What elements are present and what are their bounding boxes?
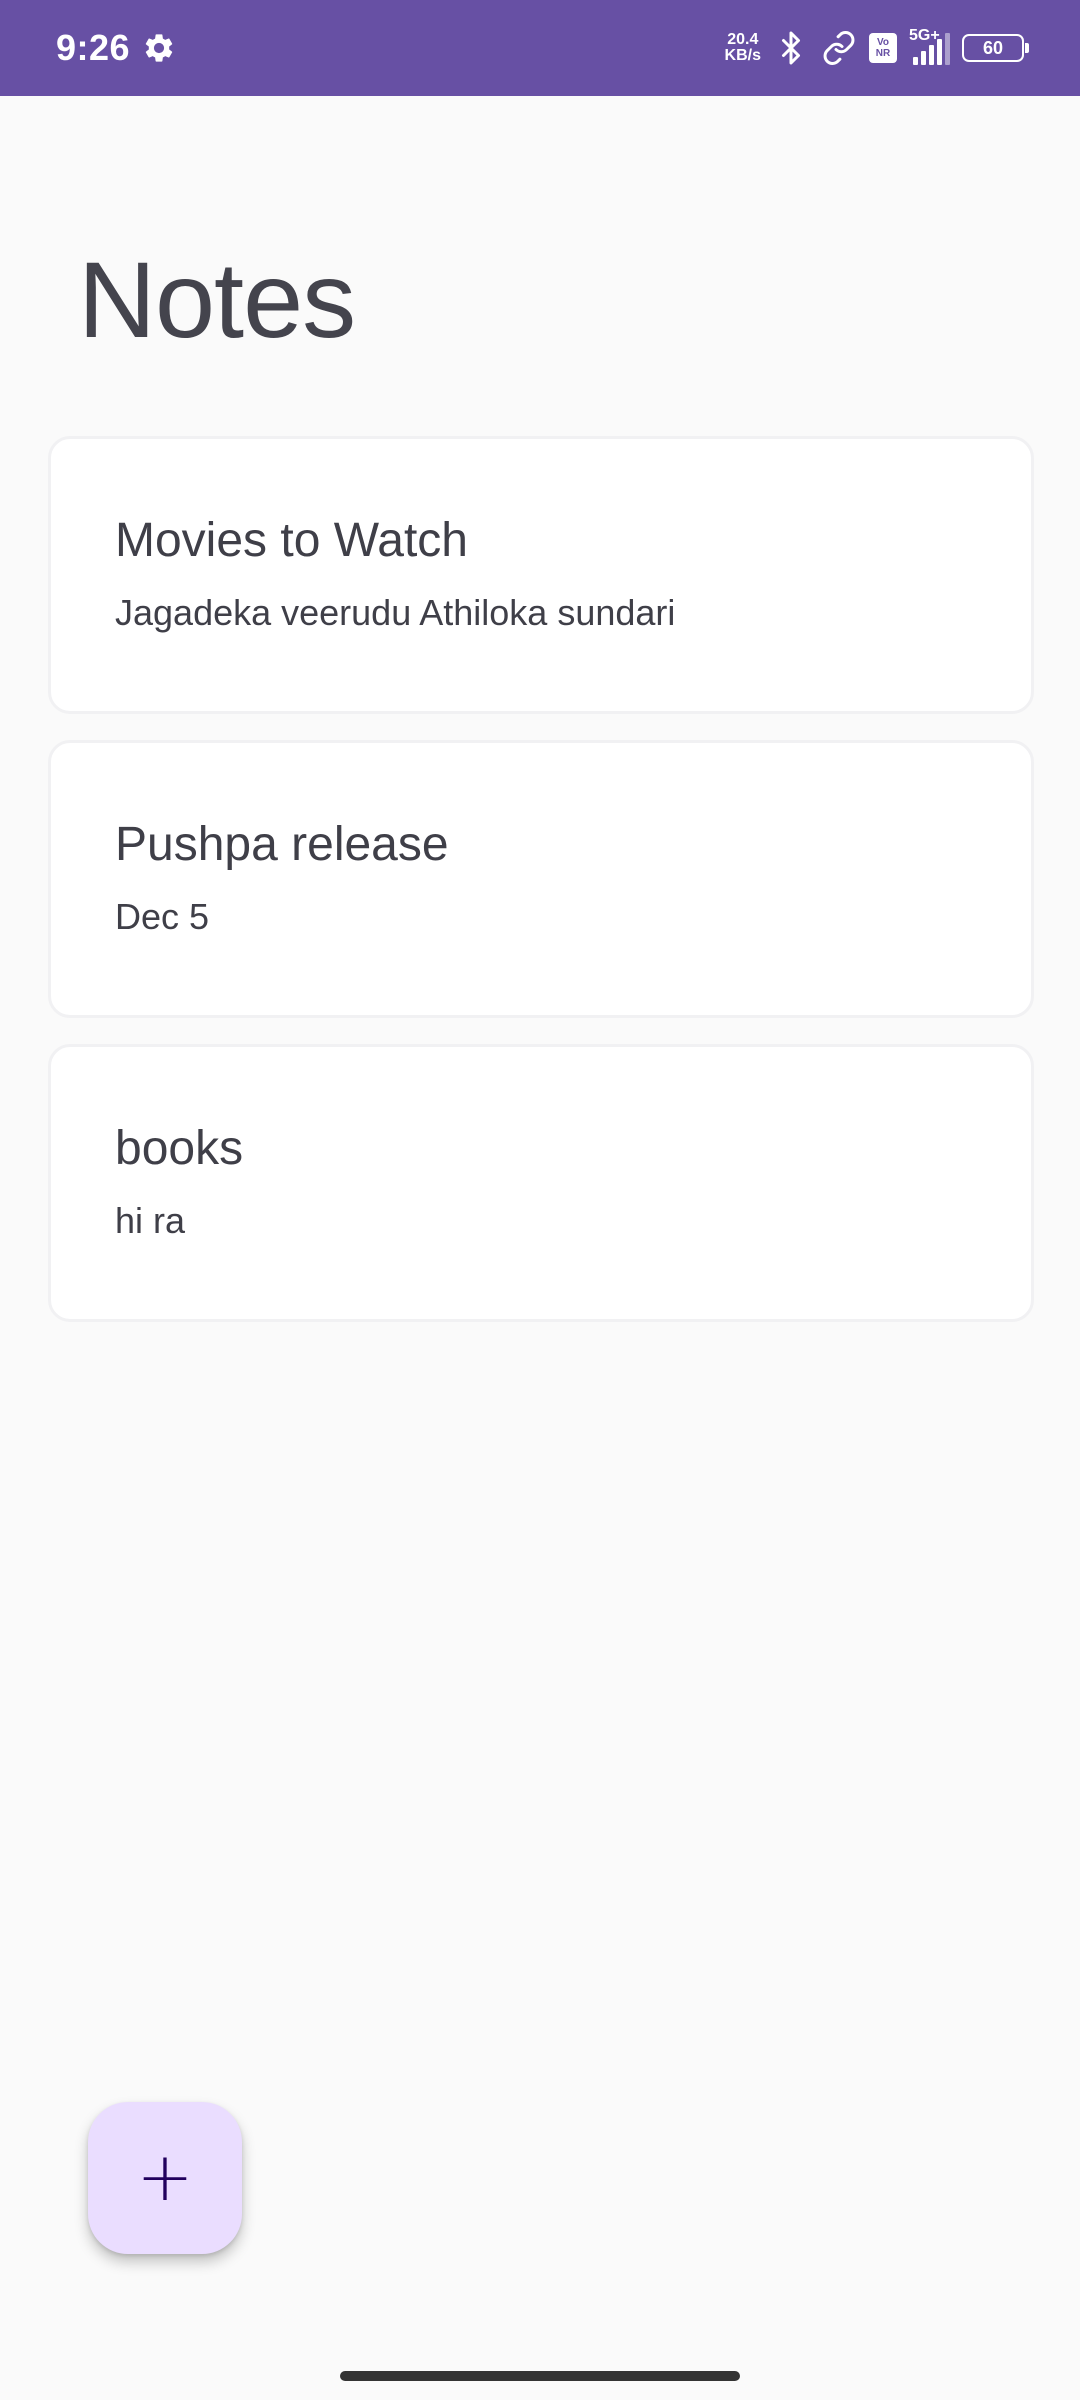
- battery-icon: 60: [962, 34, 1029, 62]
- note-body: hi ra: [115, 1200, 186, 1241]
- status-right: 20.4 KB/s Vo NR 5G+ 60: [725, 27, 1029, 66]
- bluetooth-icon: [782, 31, 800, 65]
- status-left: 9:26: [56, 27, 176, 69]
- add-icon: +: [136, 2138, 194, 2217]
- signal-bar: [929, 45, 934, 65]
- network-speed: 20.4 KB/s: [725, 32, 761, 64]
- add-note-button[interactable]: +: [88, 2102, 242, 2254]
- note-card[interactable]: Movies to Watch Jagadeka veerudu Athilok…: [48, 436, 1034, 714]
- battery-level: 60: [982, 37, 1004, 58]
- note-title: books: [115, 1122, 244, 1175]
- notes-list: Movies to Watch Jagadeka veerudu Athilok…: [48, 436, 1034, 1322]
- note-card[interactable]: Pushpa release Dec 5: [48, 740, 1034, 1018]
- signal-bar: [913, 57, 918, 65]
- status-bar: 9:26 20.4 KB/s Vo NR 5G+ 60: [0, 0, 1080, 96]
- note-body: Dec 5: [115, 896, 210, 937]
- network-speed-value: 20.4: [727, 31, 759, 48]
- signal-icon: 5G+: [909, 27, 950, 65]
- network-speed-unit: KB/s: [724, 47, 761, 64]
- note-title: Movies to Watch: [115, 514, 468, 567]
- signal-bar: [945, 33, 950, 65]
- navigation-handle[interactable]: [340, 2371, 740, 2381]
- volte-icon: Vo NR: [869, 33, 897, 63]
- page-title: Notes: [78, 239, 356, 360]
- volte-bottom-label: NR: [875, 48, 891, 59]
- volte-top-label: Vo: [876, 37, 890, 48]
- note-title: Pushpa release: [115, 818, 449, 871]
- link-icon: [823, 31, 855, 65]
- signal-bar: [921, 51, 926, 65]
- status-time: 9:26: [56, 27, 131, 68]
- note-body: Jagadeka veerudu Athiloka sundari: [115, 592, 676, 633]
- note-card[interactable]: books hi ra: [48, 1044, 1034, 1322]
- network-type: 5G+: [909, 27, 940, 44]
- gear-icon: [145, 34, 173, 62]
